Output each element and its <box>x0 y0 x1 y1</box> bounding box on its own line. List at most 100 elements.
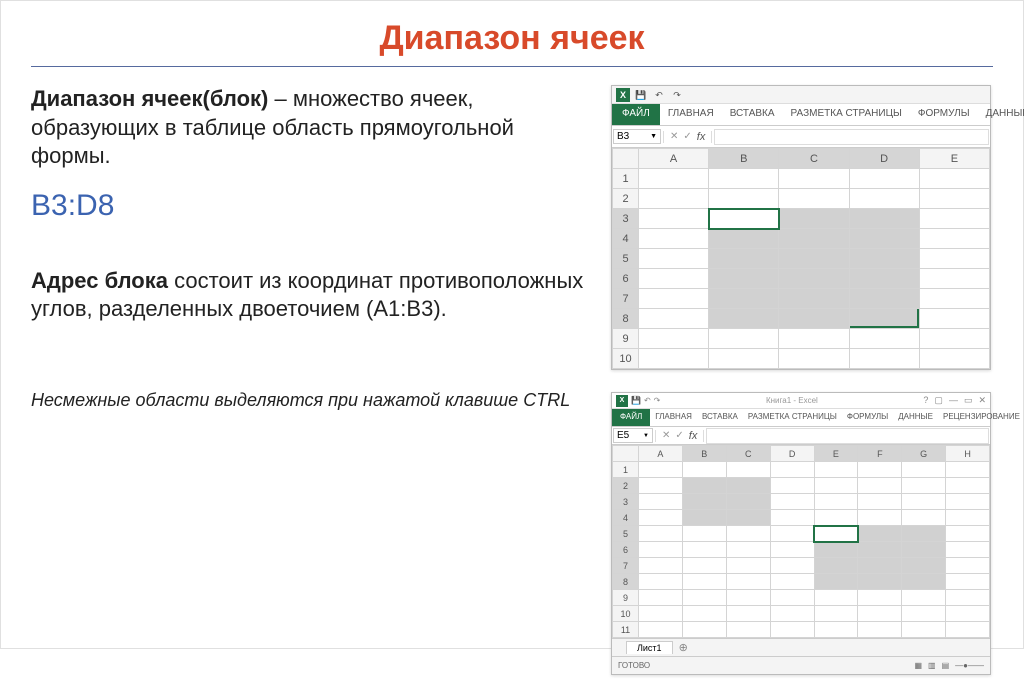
row-header[interactable]: 8 <box>613 309 639 329</box>
text-column: Диапазон ячеек(блок) – множество ячеек, … <box>31 85 591 697</box>
excel-screenshot-2: X 💾 ↶ ↷ Книга1 - Excel ? ▢ — ▭ ✕ ФАЙЛ ГЛ… <box>611 392 991 675</box>
tab-review[interactable]: РЕЦЕНЗИРОВАНИЕ <box>938 409 1024 426</box>
zoom-slider[interactable]: —●—— <box>955 661 984 670</box>
col-header[interactable]: G <box>902 446 946 462</box>
select-all-corner[interactable] <box>613 446 639 462</box>
term-bold: Диапазон ячеек(блок) <box>31 86 268 111</box>
row-header[interactable]: 11 <box>613 622 639 638</box>
cancel-icon[interactable]: ✕ <box>670 131 678 142</box>
status-bar: ГОТОВО ▦ ▥ ▤ —●—— <box>612 656 990 674</box>
view-break-icon[interactable]: ▤ <box>942 661 950 670</box>
col-header[interactable]: H <box>946 446 990 462</box>
undo-icon[interactable]: ↶ <box>652 88 666 102</box>
tab-insert[interactable]: ВСТАВКА <box>722 104 783 125</box>
close-icon[interactable]: ✕ <box>978 395 986 406</box>
row-header[interactable]: 7 <box>613 289 639 309</box>
ctrl-note: Несмежные области выделяются при нажатой… <box>31 388 591 412</box>
chevron-down-icon: ▼ <box>643 433 649 439</box>
formula-input[interactable] <box>714 129 989 145</box>
save-icon[interactable]: 💾 <box>631 396 641 405</box>
row-header[interactable]: 10 <box>613 349 639 369</box>
tab-insert[interactable]: ВСТАВКА <box>697 409 743 426</box>
save-icon[interactable]: 💾 <box>634 88 648 102</box>
name-box[interactable]: E5▼ <box>613 428 653 443</box>
tab-home[interactable]: ГЛАВНАЯ <box>650 409 697 426</box>
help-icon[interactable]: ? <box>923 395 928 406</box>
name-box[interactable]: B3▼ <box>613 129 661 144</box>
maximize-icon[interactable]: ▭ <box>964 395 973 406</box>
row-header[interactable]: 2 <box>613 478 639 494</box>
col-header[interactable]: F <box>858 446 902 462</box>
row-header[interactable]: 3 <box>613 209 639 229</box>
spreadsheet-grid[interactable]: A B C D E 1 2 3 4 5 6 7 8 9 10 <box>612 148 990 369</box>
screenshots-column: X 💾 ↶ ↷ ФАЙЛ ГЛАВНАЯ ВСТАВКА РАЗМЕТКА СТ… <box>611 85 993 697</box>
sheet-tab[interactable]: Лист1 <box>626 641 673 654</box>
tab-data[interactable]: ДАННЫЕ <box>893 409 938 426</box>
excel-icon: X <box>616 88 630 102</box>
tab-page-layout[interactable]: РАЗМЕТКА СТРАНИЦЫ <box>743 409 842 426</box>
row-header[interactable]: 1 <box>613 169 639 189</box>
tab-home[interactable]: ГЛАВНАЯ <box>660 104 722 125</box>
ribbon-tabs: ФАЙЛ ГЛАВНАЯ ВСТАВКА РАЗМЕТКА СТРАНИЦЫ Ф… <box>612 409 990 427</box>
row-header[interactable]: 9 <box>613 590 639 606</box>
formula-input[interactable] <box>706 428 989 444</box>
new-sheet-icon[interactable]: ⊕ <box>679 641 688 654</box>
col-header[interactable]: B <box>709 149 779 169</box>
row-header[interactable]: 5 <box>613 249 639 269</box>
row-header[interactable]: 9 <box>613 329 639 349</box>
window-titlebar: X 💾 ↶ ↷ Книга1 - Excel ? ▢ — ▭ ✕ <box>612 393 990 409</box>
col-header[interactable]: E <box>919 149 989 169</box>
tab-formulas[interactable]: ФОРМУЛЫ <box>910 104 978 125</box>
confirm-icon[interactable]: ✓ <box>675 430 683 441</box>
spreadsheet-grid[interactable]: A B C D E F G H 1 2 3 4 5 6 7 8 9 10 <box>612 445 990 638</box>
ribbon-tabs: ФАЙЛ ГЛАВНАЯ ВСТАВКА РАЗМЕТКА СТРАНИЦЫ Ф… <box>612 104 990 126</box>
tab-formulas[interactable]: ФОРМУЛЫ <box>842 409 893 426</box>
tab-data[interactable]: ДАННЫЕ <box>978 104 1024 125</box>
undo-icon[interactable]: ↶ <box>644 396 651 405</box>
cancel-icon[interactable]: ✕ <box>662 430 670 441</box>
formula-bar: B3▼ ✕ ✓ fx <box>612 126 990 148</box>
redo-icon[interactable]: ↷ <box>654 396 661 405</box>
col-header[interactable]: A <box>639 446 683 462</box>
row-header[interactable]: 4 <box>613 510 639 526</box>
redo-icon[interactable]: ↷ <box>670 88 684 102</box>
view-page-icon[interactable]: ▥ <box>928 661 936 670</box>
ribbon-toggle-icon[interactable]: ▢ <box>934 395 943 406</box>
row-header[interactable]: 6 <box>613 269 639 289</box>
col-header[interactable]: C <box>726 446 770 462</box>
minimize-icon[interactable]: — <box>949 395 958 406</box>
quick-access-toolbar: X 💾 ↶ ↷ <box>612 86 990 104</box>
row-header[interactable]: 8 <box>613 574 639 590</box>
paragraph-address: Адрес блока состоит из координат противо… <box>31 267 591 324</box>
formula-tools: ✕ ✓ fx <box>655 430 704 442</box>
tab-page-layout[interactable]: РАЗМЕТКА СТРАНИЦЫ <box>783 104 910 125</box>
fx-label[interactable]: fx <box>689 430 698 442</box>
fx-label[interactable]: fx <box>697 131 706 143</box>
tab-file[interactable]: ФАЙЛ <box>612 409 650 426</box>
select-all-corner[interactable] <box>613 149 639 169</box>
col-header[interactable]: C <box>779 149 849 169</box>
col-header[interactable]: D <box>770 446 814 462</box>
row-header[interactable]: 4 <box>613 229 639 249</box>
col-header[interactable]: B <box>682 446 726 462</box>
formula-tools: ✕ ✓ fx <box>663 131 712 143</box>
row-header[interactable]: 2 <box>613 189 639 209</box>
col-header[interactable]: A <box>639 149 709 169</box>
row-header[interactable]: 10 <box>613 606 639 622</box>
divider <box>31 66 993 67</box>
row-header[interactable]: 5 <box>613 526 639 542</box>
view-normal-icon[interactable]: ▦ <box>914 661 922 670</box>
row-header[interactable]: 7 <box>613 558 639 574</box>
excel-icon: X <box>616 395 628 407</box>
tab-file[interactable]: ФАЙЛ <box>612 104 660 125</box>
content-row: Диапазон ячеек(блок) – множество ячеек, … <box>1 85 1023 697</box>
slide-title: Диапазон ячеек <box>1 1 1023 66</box>
row-header[interactable]: 1 <box>613 462 639 478</box>
col-header[interactable]: D <box>849 149 919 169</box>
window-title: Книга1 - Excel <box>660 396 923 405</box>
col-header[interactable]: E <box>814 446 858 462</box>
formula-bar: E5▼ ✕ ✓ fx <box>612 427 990 445</box>
row-header[interactable]: 3 <box>613 494 639 510</box>
row-header[interactable]: 6 <box>613 542 639 558</box>
confirm-icon[interactable]: ✓ <box>683 131 691 142</box>
